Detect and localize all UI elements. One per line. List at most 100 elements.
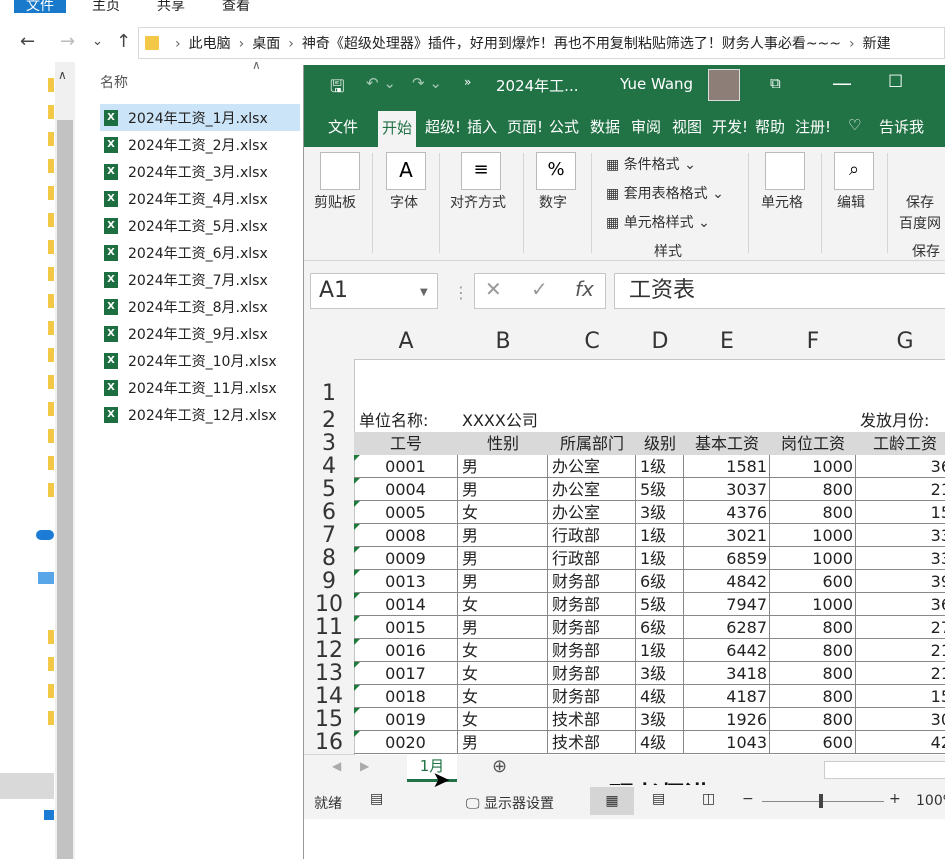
table-cell[interactable]: 技术部	[548, 731, 636, 754]
row-header[interactable]: 14	[304, 685, 355, 709]
unit-name-label[interactable]: 单位名称:	[359, 409, 428, 432]
table-cell[interactable]: 0004	[354, 478, 458, 501]
nav-folder-icon[interactable]	[48, 657, 54, 671]
file-item[interactable]: X 2024年工资_10月.xlsx	[100, 347, 300, 374]
insert-function-icon[interactable]: fx	[575, 277, 594, 301]
table-cell[interactable]: 1级	[636, 639, 684, 662]
page-break-view-icon[interactable]: ◫	[702, 791, 715, 807]
table-cell[interactable]: 财务部	[548, 639, 636, 662]
row-header[interactable]: 11	[304, 616, 355, 640]
nav-folder-icon[interactable]	[48, 132, 54, 146]
table-cell[interactable]: 1000	[770, 524, 856, 547]
crumb-this-pc[interactable]: 此电脑	[189, 36, 231, 52]
table-cell[interactable]: 1级	[636, 455, 684, 478]
table-cell[interactable]: 1043	[684, 731, 770, 754]
table-cell[interactable]: 1000	[770, 547, 856, 570]
file-item[interactable]: X 2024年工资_7月.xlsx	[100, 266, 300, 293]
zoom-slider-thumb[interactable]	[819, 794, 823, 808]
normal-view-icon[interactable]: ▦	[590, 787, 634, 815]
column-header[interactable]: E	[684, 325, 771, 360]
table-cell[interactable]: 6级	[636, 570, 684, 593]
nav-folder-icon[interactable]	[48, 267, 54, 281]
table-cell[interactable]: 男	[458, 570, 548, 593]
zoom-level[interactable]: 100%	[916, 793, 945, 809]
table-cell[interactable]: 27	[856, 616, 945, 639]
name-box[interactable]: A1	[310, 273, 438, 309]
header-cell[interactable]: 基本工资	[684, 432, 771, 455]
nav-folder-icon[interactable]	[48, 186, 54, 200]
align-icon[interactable]: ≡	[461, 152, 501, 190]
table-cell[interactable]: 0019	[354, 708, 458, 731]
zoom-out-button[interactable]: −	[742, 791, 754, 807]
namebox-dropdown-icon[interactable]: ▼	[420, 287, 428, 298]
file-item[interactable]: X 2024年工资_2月.xlsx	[100, 131, 300, 158]
table-cell[interactable]: 技术部	[548, 708, 636, 731]
table-cell[interactable]: 4级	[636, 731, 684, 754]
table-cell[interactable]: 39	[856, 570, 945, 593]
table-cell[interactable]: 4376	[684, 501, 770, 524]
save-baidu-button[interactable]: 保存	[906, 192, 934, 212]
table-cell[interactable]: 男	[458, 616, 548, 639]
font-button[interactable]: 字体	[390, 192, 418, 212]
undo-icon[interactable]: ↶ ⌄	[366, 74, 396, 92]
file-item[interactable]: X 2024年工资_1月.xlsx	[100, 104, 300, 131]
row-header[interactable]: 4	[304, 455, 355, 479]
table-cell[interactable]: 男	[458, 478, 548, 501]
add-sheet-icon[interactable]: ⊕	[492, 756, 507, 777]
column-header[interactable]: A	[354, 325, 459, 360]
tab-help[interactable]: 帮助	[755, 116, 785, 137]
file-item[interactable]: X 2024年工资_5月.xlsx	[100, 212, 300, 239]
nav-folder-icon[interactable]	[48, 213, 54, 227]
table-cell[interactable]: 15	[856, 501, 945, 524]
clipboard-icon[interactable]	[320, 152, 360, 190]
file-item[interactable]: X 2024年工资_12月.xlsx	[100, 401, 300, 428]
table-cell[interactable]: 办公室	[548, 501, 636, 524]
table-cell[interactable]: 3021	[684, 524, 770, 547]
nav-folder-icon[interactable]	[48, 348, 54, 362]
row-header[interactable]: 15	[304, 708, 355, 732]
table-cell[interactable]: 5级	[636, 593, 684, 616]
format-as-table-button[interactable]: ▦ 套用表格格式 ⌄	[606, 183, 724, 203]
cells-button[interactable]: 单元格	[761, 192, 803, 212]
header-cell[interactable]: 性别	[458, 432, 549, 455]
next-sheet-icon[interactable]: ▶	[360, 759, 369, 773]
column-header[interactable]: B	[458, 325, 549, 360]
more-options-icon[interactable]: ⋮	[453, 283, 469, 302]
row-header[interactable]: 13	[304, 662, 355, 686]
windows-drive-icon[interactable]	[44, 810, 54, 820]
tab-view[interactable]: 视图	[672, 116, 702, 137]
table-cell[interactable]: 行政部	[548, 524, 636, 547]
table-cell[interactable]: 女	[458, 593, 548, 616]
table-cell[interactable]: 800	[770, 616, 856, 639]
file-item[interactable]: X 2024年工资_6月.xlsx	[100, 239, 300, 266]
cells-icon[interactable]	[765, 152, 805, 190]
nav-folder-icon[interactable]	[48, 456, 54, 470]
nav-selected-item[interactable]	[0, 773, 54, 799]
column-header[interactable]: G	[856, 325, 945, 360]
table-cell[interactable]: 女	[458, 708, 548, 731]
table-cell[interactable]: 800	[770, 662, 856, 685]
file-item[interactable]: X 2024年工资_11月.xlsx	[100, 374, 300, 401]
display-settings-button[interactable]: 🖵 显示器设置	[466, 793, 554, 813]
select-all-button[interactable]	[304, 325, 355, 360]
tab-register[interactable]: 注册!	[795, 116, 831, 137]
table-cell[interactable]: 行政部	[548, 547, 636, 570]
table-cell[interactable]: 4级	[636, 685, 684, 708]
nav-folder-icon[interactable]	[48, 294, 54, 308]
editing-button[interactable]: 编辑	[837, 192, 865, 212]
row-header[interactable]: 12	[304, 639, 355, 663]
tab-file[interactable]: 文件	[14, 0, 66, 14]
table-cell[interactable]: 3级	[636, 501, 684, 524]
nav-folder-icon[interactable]	[48, 483, 54, 497]
table-cell[interactable]: 0017	[354, 662, 458, 685]
tab-super[interactable]: 超级!	[425, 116, 461, 137]
recent-chevron-icon[interactable]: ⌄	[92, 34, 103, 49]
table-cell[interactable]: 0016	[354, 639, 458, 662]
up-arrow-icon[interactable]: ↑	[116, 31, 131, 52]
file-item[interactable]: X 2024年工资_4月.xlsx	[100, 185, 300, 212]
formula-input[interactable]: 工资表	[614, 273, 945, 309]
horizontal-scrollbar[interactable]	[824, 761, 945, 779]
number-button[interactable]: 数字	[539, 192, 567, 212]
minimize-icon[interactable]: —	[832, 71, 852, 95]
row-header[interactable]: 16	[304, 731, 355, 755]
